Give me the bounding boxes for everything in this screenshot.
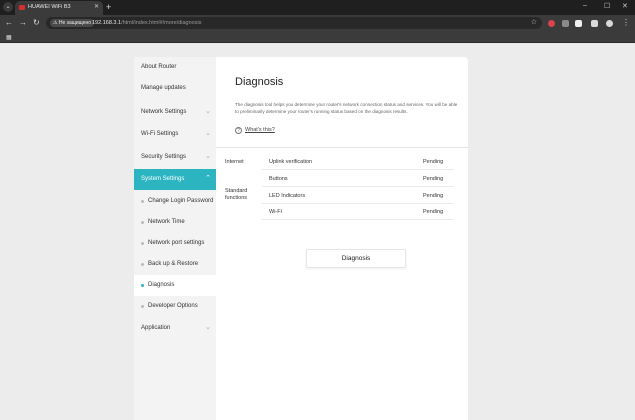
page-title: Diagnosis bbox=[235, 76, 284, 88]
sidebar-item-security-settings[interactable]: Security Settings ⌄ bbox=[134, 147, 216, 168]
bullet-icon bbox=[141, 221, 144, 224]
bullet-icon bbox=[141, 200, 144, 203]
status-text: Pending bbox=[423, 159, 444, 165]
sidebar-item-backup-restore[interactable]: Back up & Restore bbox=[134, 254, 216, 275]
check-row: Uplink verification Pending bbox=[262, 154, 454, 170]
download-icon[interactable] bbox=[591, 20, 598, 27]
status-text: Pending bbox=[423, 193, 444, 199]
diagnosis-button[interactable]: Diagnosis bbox=[306, 249, 406, 268]
router-admin-page: About Router Manage updates Network Sett… bbox=[0, 44, 635, 420]
maximize-icon[interactable]: ☐ bbox=[604, 2, 610, 10]
profile-avatar[interactable] bbox=[606, 20, 613, 27]
status-text: Pending bbox=[423, 209, 444, 215]
bookmark-bar: ▦ bbox=[0, 31, 635, 43]
kebab-menu-icon[interactable]: ⋮ bbox=[622, 18, 630, 28]
check-row: LED Indicators Pending bbox=[262, 188, 454, 204]
page-description: The diagnosis tool helps you determine y… bbox=[235, 102, 458, 114]
sidebar-item-network-port-settings[interactable]: Network port settings bbox=[134, 233, 216, 254]
forward-arrow-icon[interactable]: → bbox=[19, 18, 27, 28]
group-label-standard-functions: Standard functions bbox=[225, 188, 248, 201]
minimize-icon[interactable]: – bbox=[583, 2, 587, 9]
check-row: Buttons Pending bbox=[262, 171, 454, 187]
question-circle-icon: ? bbox=[235, 127, 242, 134]
apps-grid-icon[interactable]: ▦ bbox=[6, 34, 12, 41]
bullet-icon bbox=[141, 305, 144, 308]
sidebar-panel-icon[interactable] bbox=[575, 20, 582, 27]
back-arrow-icon[interactable]: ← bbox=[5, 18, 13, 28]
sidebar-item-change-login-password[interactable]: Change Login Password bbox=[134, 191, 216, 212]
sidebar-item-application[interactable]: Application ⌄ bbox=[134, 318, 216, 339]
sidebar-item-diagnosis[interactable]: Diagnosis bbox=[134, 275, 216, 296]
address-bar[interactable]: ⚠ Не защищено 192.168.3.1/html/index.htm… bbox=[46, 17, 542, 29]
bullet-icon bbox=[141, 284, 144, 287]
reload-icon[interactable]: ↻ bbox=[33, 18, 40, 28]
sidebar-item-about-router[interactable]: About Router bbox=[134, 57, 216, 78]
url-text: 192.168.3.1/html/index.html#/more/diagno… bbox=[92, 19, 202, 26]
sidebar-item-wifi-settings[interactable]: Wi-Fi Settings ⌄ bbox=[134, 124, 216, 145]
divider bbox=[216, 147, 468, 148]
new-tab-plus-icon[interactable]: + bbox=[106, 2, 111, 12]
status-text: Pending bbox=[423, 176, 444, 182]
chevron-up-icon: ⌃ bbox=[205, 175, 211, 182]
bullet-icon bbox=[141, 242, 144, 245]
huawei-favicon-icon bbox=[19, 5, 25, 10]
bullet-icon bbox=[141, 263, 144, 266]
group-label-internet: Internet bbox=[225, 159, 244, 165]
settings-sidebar: About Router Manage updates Network Sett… bbox=[134, 57, 216, 420]
close-icon[interactable]: ✕ bbox=[94, 3, 99, 10]
check-row: Wi-Fi Pending bbox=[262, 204, 454, 220]
chevron-down-icon: ⌄ bbox=[5, 4, 11, 10]
sidebar-item-network-time[interactable]: Network Time bbox=[134, 212, 216, 233]
sidebar-item-system-settings[interactable]: System Settings ⌃ bbox=[134, 169, 216, 190]
chevron-down-icon: ⌄ bbox=[205, 130, 211, 137]
tab-search-button[interactable]: ⌄ bbox=[3, 2, 13, 12]
bookmark-star-icon[interactable]: ☆ bbox=[531, 18, 537, 26]
diagnosis-panel: Diagnosis The diagnosis tool helps you d… bbox=[216, 57, 468, 420]
tab-title: HUAWEI WiFi B3 bbox=[28, 4, 71, 10]
sidebar-item-network-settings[interactable]: Network Settings ⌄ bbox=[134, 102, 216, 123]
extension-icon[interactable] bbox=[548, 20, 555, 27]
sidebar-item-manage-updates[interactable]: Manage updates bbox=[134, 78, 216, 99]
sidebar-item-developer-options[interactable]: Developer Options bbox=[134, 296, 216, 317]
chevron-down-icon: ⌄ bbox=[205, 108, 211, 115]
browser-tab[interactable]: HUAWEI WiFi B3 ✕ bbox=[15, 1, 103, 15]
not-secure-badge[interactable]: ⚠ Не защищено bbox=[50, 19, 95, 27]
browser-toolbar: ← → ↻ ⚠ Не защищено 192.168.3.1/html/ind… bbox=[0, 15, 635, 31]
chevron-down-icon: ⌄ bbox=[205, 324, 211, 331]
browser-tab-bar: ⌄ HUAWEI WiFi B3 ✕ + – ☐ ✕ bbox=[0, 0, 635, 15]
extension-puzzle-icon[interactable] bbox=[562, 20, 569, 27]
chevron-down-icon: ⌄ bbox=[205, 153, 211, 160]
window-close-icon[interactable]: ✕ bbox=[622, 2, 628, 10]
